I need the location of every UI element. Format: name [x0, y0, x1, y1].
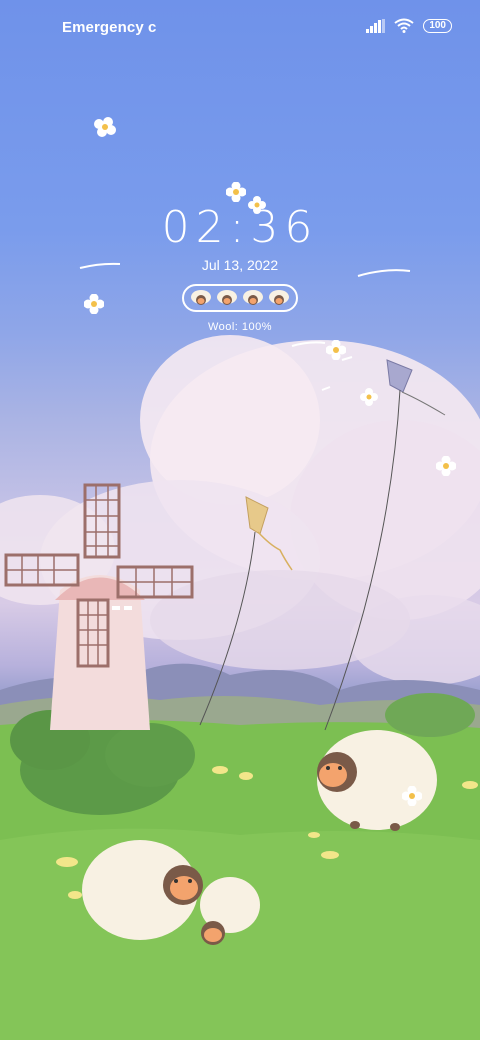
flower-icon: [402, 786, 422, 806]
status-icons: 100: [366, 18, 452, 33]
battery-icon: 100: [423, 18, 452, 33]
flower-icon: [360, 388, 378, 406]
flower-icon: [226, 182, 246, 202]
sheep-icon: [269, 290, 289, 305]
signal-icon: [366, 18, 386, 33]
wool-percentage: Wool: 100%: [207, 321, 273, 333]
flower-icon: [326, 340, 346, 360]
wifi-icon: [394, 18, 414, 33]
lock-screen: Emergency c 100 02:36 Jul 13, 2022 Wool:…: [0, 0, 480, 1040]
status-bar: Emergency c 100: [0, 0, 480, 56]
wool-level-indicator: [182, 284, 298, 312]
sheep-icon: [191, 290, 211, 305]
sheep-icon: [217, 290, 237, 305]
flower-icon: [436, 456, 456, 476]
clock-time: 02:36: [161, 202, 319, 253]
emergency-calls-label: Emergency c: [62, 19, 157, 36]
clock-date: Jul 13, 2022: [201, 257, 279, 273]
flower-icon: [94, 117, 116, 137]
sheep-icon: [243, 290, 263, 305]
wallpaper-illustration: [0, 262, 480, 1040]
flower-icon: [84, 294, 104, 314]
